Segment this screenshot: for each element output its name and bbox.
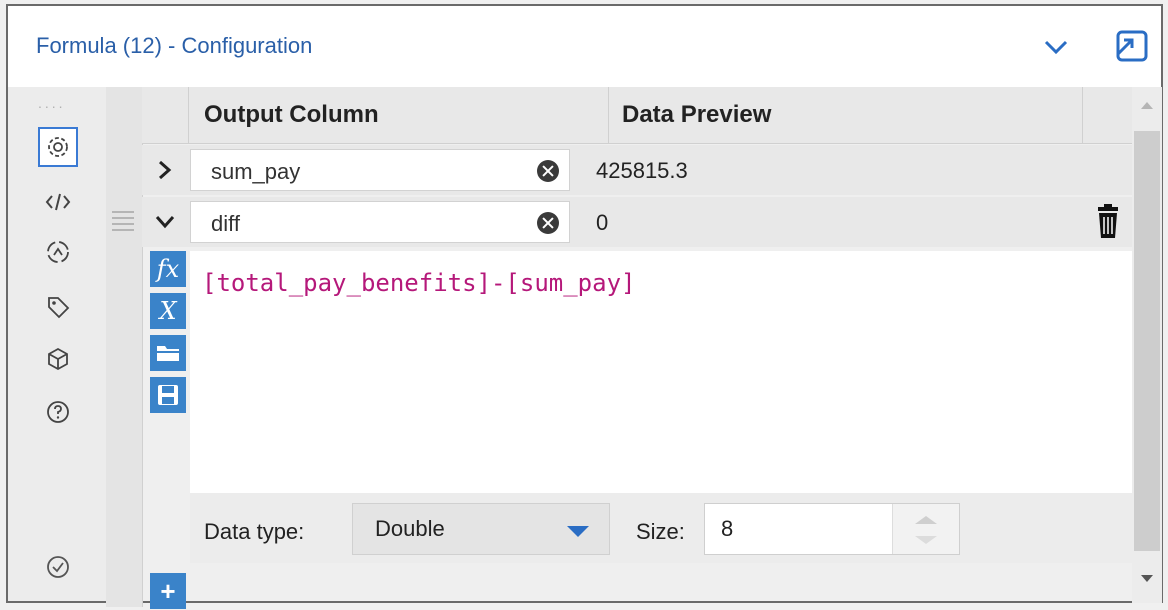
scroll-down-icon[interactable] [1139, 573, 1155, 585]
fx-icon[interactable]: fx [150, 251, 186, 287]
drag-handle-icon[interactable] [110, 207, 136, 237]
save-icon[interactable] [150, 377, 186, 413]
size-input[interactable]: 8 [704, 503, 960, 555]
title-bar: Formula (12) - Configuration [8, 6, 1161, 88]
column-settings-bar: Data type: Double Size: 8 [190, 493, 1140, 563]
data-type-select[interactable]: Double [352, 503, 610, 555]
annotation-icon[interactable] [38, 232, 78, 272]
output-name-value: sum_pay [211, 159, 301, 184]
size-spinner[interactable] [892, 504, 959, 554]
formula-expression[interactable]: [total_pay_benefits]-[sum_pay] [202, 269, 635, 297]
output-name-field[interactable]: sum_pay [190, 149, 570, 191]
help-icon[interactable] [38, 392, 78, 432]
data-preview-value: 0 [596, 210, 609, 235]
data-preview-value: 425815.3 [596, 158, 688, 183]
output-name-field[interactable]: diff [190, 201, 570, 243]
size-label: Size: [636, 519, 685, 544]
window-title: Formula (12) - Configuration [36, 33, 313, 58]
scrollbar-thumb[interactable] [1134, 131, 1160, 551]
header-row: Output Column Data Preview [142, 87, 1142, 144]
expression-editor[interactable]: [total_pay_benefits]-[sum_pay] [190, 251, 1140, 493]
tag-icon[interactable] [38, 287, 78, 327]
row-gutter [106, 87, 143, 607]
chevron-down-icon[interactable] [1036, 30, 1076, 66]
variable-x-icon[interactable]: X [150, 293, 186, 329]
output-name-value: diff [211, 211, 240, 236]
open-folder-icon[interactable] [150, 335, 186, 371]
check-circle-icon[interactable] [38, 547, 78, 587]
formula-grid: Output Column Data Preview sum_pay 42581… [106, 87, 1161, 609]
grip-dots-icon: .... [38, 95, 66, 111]
configuration-window: Formula (12) - Configuration .... Output… [6, 4, 1163, 609]
sidebar: .... [8, 87, 106, 601]
code-icon[interactable] [38, 182, 78, 222]
add-field-button[interactable]: + [150, 573, 186, 609]
size-value: 8 [721, 516, 734, 541]
chevron-right-icon[interactable] [142, 145, 188, 195]
clear-icon[interactable] [537, 160, 559, 182]
scroll-up-icon[interactable] [1139, 99, 1155, 111]
gear-icon[interactable] [38, 127, 78, 167]
output-column-header: Output Column [204, 101, 379, 128]
cube-icon[interactable] [38, 339, 78, 379]
trash-icon[interactable] [1094, 203, 1122, 241]
data-preview-header: Data Preview [622, 101, 772, 128]
pop-out-icon[interactable] [1112, 26, 1152, 66]
data-type-value: Double [375, 516, 445, 541]
dropdown-arrow-icon [567, 526, 589, 537]
chevron-down-icon[interactable] [142, 197, 188, 247]
formula-toolbar: fx X [150, 251, 186, 419]
data-type-label: Data type: [204, 519, 305, 544]
vertical-scrollbar[interactable] [1132, 87, 1162, 603]
clear-icon[interactable] [537, 212, 559, 234]
